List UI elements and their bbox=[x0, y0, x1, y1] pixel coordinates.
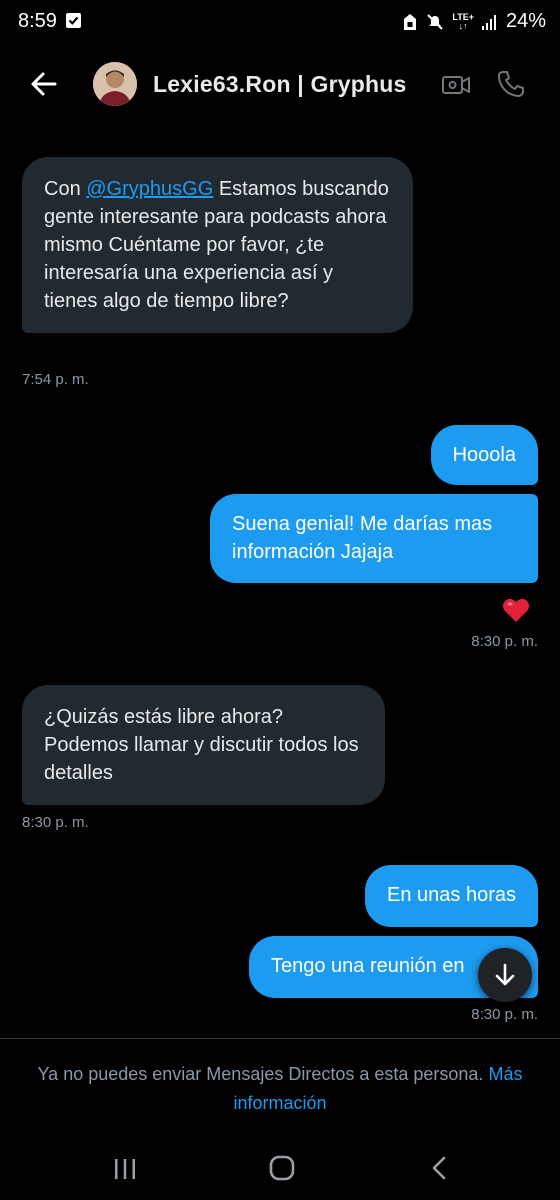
status-time: 8:59 bbox=[18, 10, 57, 32]
recents-icon bbox=[115, 1159, 135, 1179]
notice-text: Ya no puedes enviar Mensajes Directos a … bbox=[37, 1064, 484, 1084]
nav-back-icon bbox=[432, 1156, 446, 1180]
message-timestamp: 8:30 p. m. bbox=[471, 1006, 538, 1023]
avatar[interactable] bbox=[93, 62, 137, 106]
message-bubble-incoming[interactable]: ¿Quizás estás libre ahora? Podemos llama… bbox=[22, 685, 385, 805]
message-text: Suena genial! Me darías mas información … bbox=[232, 513, 493, 563]
message-text: ¿Quizás estás libre ahora? Podemos llama… bbox=[44, 706, 359, 784]
back-arrow-icon bbox=[31, 72, 57, 96]
voice-call-button[interactable] bbox=[496, 69, 526, 99]
dm-disabled-notice: Ya no puedes enviar Mensajes Directos a … bbox=[20, 1060, 540, 1118]
conversation-header: Lexie63.Ron | Gryphus bbox=[0, 44, 560, 124]
message-text: En unas horas bbox=[387, 884, 516, 906]
mute-icon bbox=[427, 13, 444, 30]
conversation-title[interactable]: Lexie63.Ron | Gryphus bbox=[153, 71, 406, 98]
video-call-button[interactable] bbox=[441, 70, 471, 100]
checkbox-notification-icon bbox=[66, 13, 81, 28]
message-bubble-outgoing[interactable]: En unas horas bbox=[365, 865, 538, 927]
recents-button[interactable] bbox=[112, 1156, 138, 1182]
alarm-lock-icon bbox=[404, 13, 417, 30]
arrow-down-icon bbox=[495, 963, 515, 986]
home-button[interactable] bbox=[268, 1154, 296, 1182]
message-text: Con bbox=[44, 178, 87, 200]
lte-indicator: LTE+ ↓↑ bbox=[452, 11, 474, 31]
message-text: Tengo una reunión en bbox=[271, 955, 465, 977]
message-timestamp: 8:30 p. m. bbox=[22, 814, 89, 831]
message-bubble-outgoing[interactable]: Suena genial! Me darías mas información … bbox=[210, 494, 538, 583]
message-timestamp: 7:54 p. m. bbox=[22, 371, 89, 388]
status-bar: 8:59 LTE+ ↓↑ 24% bbox=[0, 0, 560, 44]
system-back-button[interactable] bbox=[428, 1154, 450, 1182]
message-bubble-outgoing[interactable]: Hooola bbox=[430, 425, 538, 485]
system-navigation-bar bbox=[0, 1140, 560, 1200]
mention-link[interactable]: @GryphusGG bbox=[86, 178, 213, 200]
back-button[interactable] bbox=[26, 66, 62, 102]
scroll-to-bottom-button[interactable] bbox=[478, 948, 532, 1002]
phone-icon bbox=[498, 71, 524, 97]
battery-level: 24% bbox=[505, 10, 546, 32]
message-timestamp: 8:30 p. m. bbox=[471, 633, 538, 650]
home-icon bbox=[269, 1155, 295, 1181]
message-text: Hooola bbox=[452, 444, 516, 466]
heart-reaction[interactable] bbox=[502, 597, 530, 623]
divider bbox=[0, 1038, 560, 1039]
message-bubble-incoming[interactable]: Con @GryphusGG Estamos buscando gente in… bbox=[22, 157, 413, 333]
video-call-icon bbox=[442, 76, 470, 94]
status-indicators: LTE+ ↓↑ 24% bbox=[402, 10, 546, 33]
heart-icon bbox=[503, 598, 529, 622]
signal-icon bbox=[481, 14, 496, 30]
